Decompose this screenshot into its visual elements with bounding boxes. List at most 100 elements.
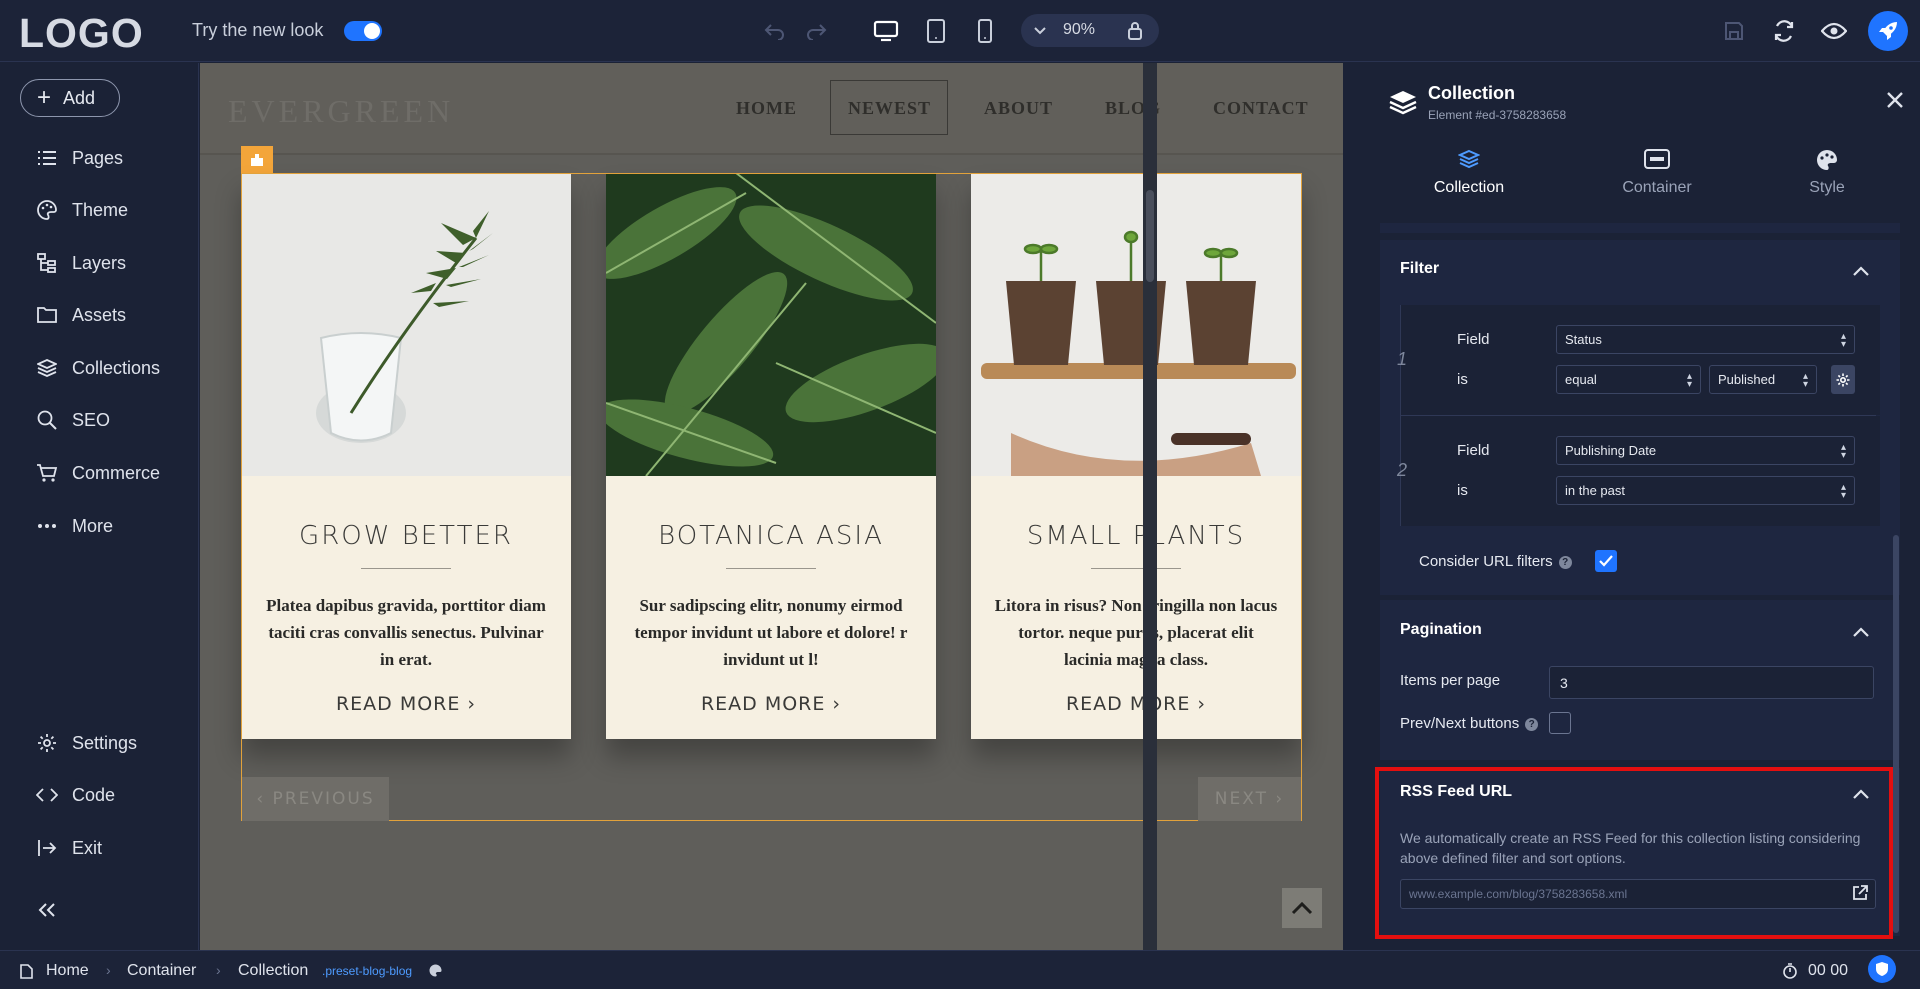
rule-settings-button[interactable] [1831,365,1855,394]
panel-element-id: Element #ed-3758283658 [1428,108,1567,122]
site-nav-newest[interactable]: NEWEST [848,98,931,119]
layers-tree-icon [36,252,58,274]
pagination-title[interactable]: Pagination [1400,621,1482,639]
shield-icon [1876,962,1888,976]
prev-next-label: Prev/Next buttons? [1400,715,1539,732]
preview-eye-icon[interactable] [1819,16,1849,46]
breadcrumb-home[interactable]: Home [46,962,89,980]
tab-style[interactable]: Style [1767,149,1887,197]
sidebar-item-exit[interactable]: Exit [36,833,102,863]
rocket-icon [1879,22,1897,40]
app-logo: LOGO [19,10,144,56]
publish-button[interactable] [1868,11,1908,51]
scroll-to-top-button[interactable] [1282,888,1322,928]
sidebar-item-code[interactable]: Code [36,780,115,810]
items-per-page-input[interactable]: 3 [1549,666,1874,699]
lock-icon[interactable] [1120,16,1150,46]
filter-rule [1400,305,1880,415]
panel-scrollbar[interactable] [1893,535,1899,933]
add-button[interactable]: + Add [20,79,120,117]
next-button[interactable]: NEXT › [1198,777,1301,821]
refresh-icon[interactable] [1769,16,1799,46]
dots-icon [36,515,58,537]
breadcrumb-bar: Home › Container › Collection .preset-bl… [0,950,1920,989]
stack-icon [1409,149,1529,173]
operator-select[interactable]: in the past ▴ ▾ [1556,476,1855,505]
breadcrumb-container[interactable]: Container [127,962,196,980]
collection-tag-icon[interactable] [241,146,273,173]
editor-canvas[interactable]: EVERGREEN HOME NEWEST ABOUT BLOG CONTACT [200,63,1343,950]
chevron-up-icon[interactable] [1852,623,1870,641]
list-icon [36,147,58,169]
collapse-sidebar-icon[interactable] [38,895,56,925]
prev-next-checkbox[interactable] [1549,712,1571,734]
sidebar-item-collections[interactable]: Collections [36,353,160,383]
redo-icon[interactable] [801,16,831,46]
breadcrumb-class[interactable]: .preset-blog-blog [322,964,412,978]
plus-icon: + [37,84,52,111]
collection-stack-icon [1389,91,1417,115]
desktop-view-icon[interactable] [871,16,901,46]
folder-icon [36,304,58,326]
search-icon [36,409,58,431]
field-select[interactable]: Publishing Date ▴ ▾ [1556,436,1855,465]
left-sidebar: + Add Pages Theme Layers Assets Collectio… [0,63,199,950]
sidebar-item-pages[interactable]: Pages [36,143,123,173]
exit-icon [36,837,58,859]
rule-number: 1 [1397,349,1408,369]
save-icon[interactable] [1719,16,1749,46]
site-brand[interactable]: EVERGREEN [228,93,454,130]
zoom-value: 90% [1063,21,1096,38]
sidebar-item-more[interactable]: More [36,511,113,541]
sidebar-item-settings[interactable]: Settings [36,728,137,758]
help-icon[interactable]: ? [1558,556,1572,569]
close-icon[interactable] [1886,91,1904,113]
site-nav-home[interactable]: HOME [736,98,797,119]
filter-rule [1400,416,1880,526]
chevron-down-icon[interactable] [1025,16,1055,46]
breadcrumb-collection[interactable]: Collection [238,962,308,980]
site-header: EVERGREEN HOME NEWEST ABOUT BLOG CONTACT [200,63,1343,155]
mobile-view-icon[interactable] [970,16,1000,46]
chevron-up-icon [1291,901,1313,915]
tab-container[interactable]: Container [1597,149,1717,197]
help-icon[interactable]: ? [1525,718,1539,731]
operator-label: is [1457,482,1468,499]
field-select[interactable]: Status ▴ ▾ [1556,325,1855,354]
page-icon [20,964,33,979]
items-per-page-label: Items per page [1400,672,1501,689]
site-nav-about[interactable]: ABOUT [984,98,1053,119]
consider-url-filters-label: Consider URL filters? [1419,553,1572,570]
previous-button[interactable]: ‹ PREVIOUS [242,777,389,821]
gear-icon [36,732,58,754]
undo-icon[interactable] [760,16,790,46]
canvas-scrollbar[interactable] [1143,63,1157,950]
container-icon [1597,149,1717,173]
filter-title[interactable]: Filter [1400,260,1439,278]
palette-icon [36,199,58,221]
sidebar-item-theme[interactable]: Theme [36,195,128,225]
operator-label: is [1457,371,1468,388]
tablet-view-icon[interactable] [921,16,951,46]
cart-icon [36,462,58,484]
rule-number: 2 [1397,460,1408,480]
sidebar-item-commerce[interactable]: Commerce [36,458,160,488]
field-label: Field [1457,331,1490,348]
site-nav-contact[interactable]: CONTACT [1213,98,1309,119]
panel-title: Collection [1428,83,1516,103]
new-look-toggle[interactable] [344,21,382,41]
breadcrumb-separator: › [216,962,221,978]
value-select[interactable]: Published ▴ ▾ [1709,365,1817,394]
breadcrumb-separator: › [106,962,111,978]
operator-select[interactable]: equal ▴ ▾ [1556,365,1701,394]
timer-icon [1783,963,1797,979]
sidebar-item-layers[interactable]: Layers [36,248,126,278]
chevron-up-icon[interactable] [1852,262,1870,280]
consider-url-filters-checkbox[interactable] [1595,550,1617,572]
tab-collection[interactable]: Collection [1409,149,1529,197]
palette-icon[interactable] [429,964,442,981]
sidebar-item-seo[interactable]: SEO [36,405,110,435]
security-button[interactable] [1868,955,1896,983]
code-icon [36,784,58,806]
sidebar-item-assets[interactable]: Assets [36,300,126,330]
